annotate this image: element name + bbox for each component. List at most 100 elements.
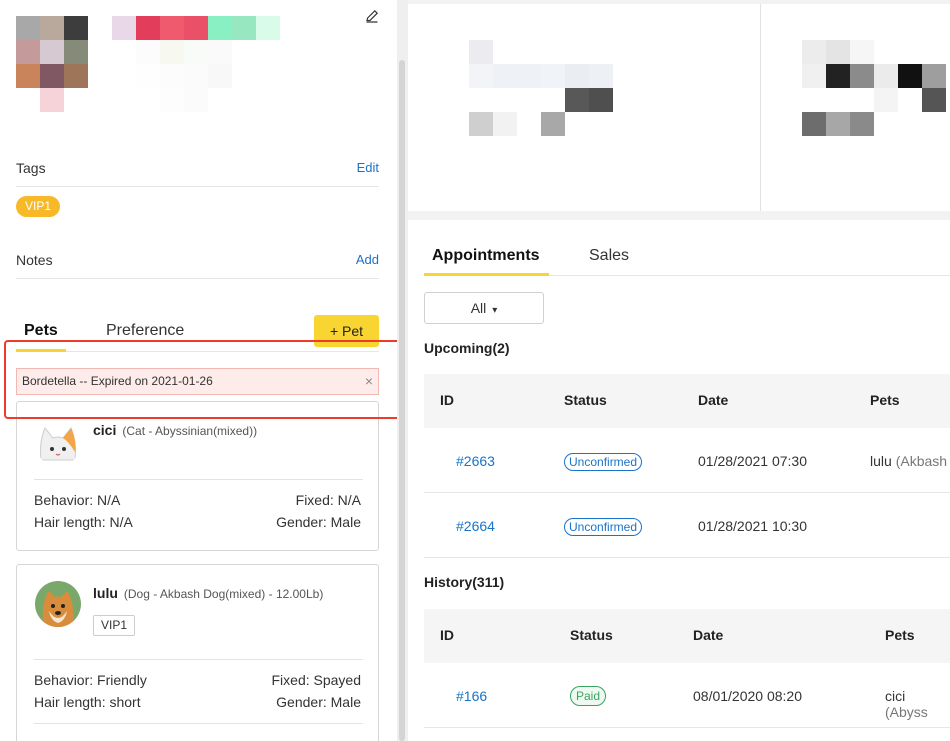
pet-card-lulu[interactable]: lulu (Dog - Akbash Dog(mixed) - 12.00Lb) … [16, 564, 379, 741]
pet-card-cici[interactable]: cici (Cat - Abyssinian(mixed)) Behavior: … [16, 401, 379, 551]
customer-avatar [16, 16, 88, 112]
dog-avatar-icon [35, 581, 81, 627]
col-id: ID [440, 392, 454, 408]
pixel-block [517, 88, 541, 112]
tab-pets[interactable]: Pets [24, 322, 58, 340]
pixel-block [232, 16, 256, 40]
pixel-block [778, 112, 802, 136]
pixel-block [469, 40, 493, 64]
pixel-block [802, 64, 826, 88]
col-pets: Pets [885, 627, 915, 643]
divider [34, 659, 363, 660]
pixel-block [136, 88, 160, 112]
pixel-block [445, 64, 469, 88]
pixel-block [208, 88, 232, 112]
pet-behavior: Behavior: N/A [34, 492, 121, 508]
pixel-block [517, 64, 541, 88]
pixel-block [589, 112, 613, 136]
col-id: ID [440, 627, 454, 643]
filter-value: All [470, 300, 487, 316]
scrollbar-thumb[interactable] [399, 60, 405, 741]
pixel-block [445, 112, 469, 136]
pixel-block [541, 40, 565, 64]
status-badge: Unconfirmed [564, 453, 643, 471]
pixel-block [445, 88, 469, 112]
pixel-block [256, 16, 280, 40]
col-pets: Pets [870, 392, 900, 408]
pet-breed: (Cat - Abyssinian(mixed)) [122, 424, 258, 438]
pixel-block [589, 88, 613, 112]
appointment-pet: cici (Abyss [885, 688, 928, 720]
pixel-block [802, 40, 826, 64]
pixel-block [922, 88, 946, 112]
status-badge: Paid [570, 686, 607, 706]
tab-preference[interactable]: Preference [106, 322, 184, 340]
pixel-block [826, 112, 850, 136]
pixel-block [589, 64, 613, 88]
pixel-block [565, 88, 589, 112]
appointment-id-link[interactable]: #2664 [456, 518, 495, 534]
status-filter-select[interactable]: All ▾ [424, 292, 544, 324]
main-tabs: Appointments Sales [424, 238, 950, 276]
divider [34, 479, 363, 480]
appointment-id-link[interactable]: #2663 [456, 453, 495, 469]
pixel-block [493, 112, 517, 136]
notes-add-link[interactable]: Add [356, 252, 379, 267]
pixel-block [802, 112, 826, 136]
pixel-block [184, 88, 208, 112]
pixel-block [184, 64, 208, 88]
table-row[interactable]: #2663 Unconfirmed 01/28/2021 07:30 lulu … [424, 428, 950, 493]
cat-avatar-icon [35, 420, 81, 466]
active-tab-indicator [424, 273, 549, 276]
pet-name[interactable]: lulu (Dog - Akbash Dog(mixed) - 12.00Lb) [93, 585, 323, 601]
pixel-block [256, 88, 280, 112]
pixel-block [898, 112, 922, 136]
chevron-down-icon: ▾ [492, 305, 498, 316]
divider [760, 4, 761, 211]
pixel-block [208, 40, 232, 64]
pixel-block [565, 40, 589, 64]
pixel-block [160, 64, 184, 88]
tags-edit-link[interactable]: Edit [357, 160, 379, 175]
pixel-block [64, 40, 88, 64]
col-date: Date [693, 627, 724, 643]
pixel-block [232, 40, 256, 64]
pixel-block [136, 16, 160, 40]
pixel-block [184, 40, 208, 64]
table-row[interactable]: #166 Paid 08/01/2020 08:20 cici (Abyss [424, 663, 950, 728]
upcoming-table-header: ID Status Date Pets [424, 374, 950, 428]
col-status: Status [564, 392, 607, 408]
pixel-block [493, 64, 517, 88]
tab-sales[interactable]: Sales [589, 247, 629, 265]
divider [16, 278, 379, 279]
customer-sidebar: Tags Edit VIP1 Notes Add Pets Preference… [0, 0, 402, 741]
pet-name[interactable]: cici (Cat - Abyssinian(mixed)) [93, 422, 257, 438]
pixel-block [469, 88, 493, 112]
pencil-icon[interactable] [363, 8, 381, 26]
pixel-block [850, 64, 874, 88]
pixel-block [493, 40, 517, 64]
pixel-block [40, 88, 64, 112]
pixel-block [874, 88, 898, 112]
pixel-block [874, 40, 898, 64]
pixel-block [40, 64, 64, 88]
pixel-block [445, 40, 469, 64]
appointment-id-link[interactable]: #166 [456, 688, 487, 704]
pixel-block [160, 40, 184, 64]
pixel-block [898, 40, 922, 64]
pixel-block [850, 112, 874, 136]
table-row[interactable]: #2664 Unconfirmed 01/28/2021 10:30 [424, 493, 950, 558]
pet-hair-length: Hair length: short [34, 694, 141, 710]
tab-appointments[interactable]: Appointments [432, 247, 540, 265]
appointment-date: 08/01/2020 08:20 [693, 688, 802, 704]
pixel-block [922, 64, 946, 88]
divider [16, 186, 379, 187]
pixel-block [16, 88, 40, 112]
pixel-block [589, 40, 613, 64]
tag-vip1[interactable]: VIP1 [16, 196, 61, 217]
tags-title: Tags [16, 160, 46, 176]
sidebar-scrollbar[interactable] [397, 0, 408, 741]
pixel-block [256, 40, 280, 64]
pixel-block [112, 40, 136, 64]
pet-breed: (Dog - Akbash Dog(mixed) - 12.00Lb) [123, 587, 324, 601]
